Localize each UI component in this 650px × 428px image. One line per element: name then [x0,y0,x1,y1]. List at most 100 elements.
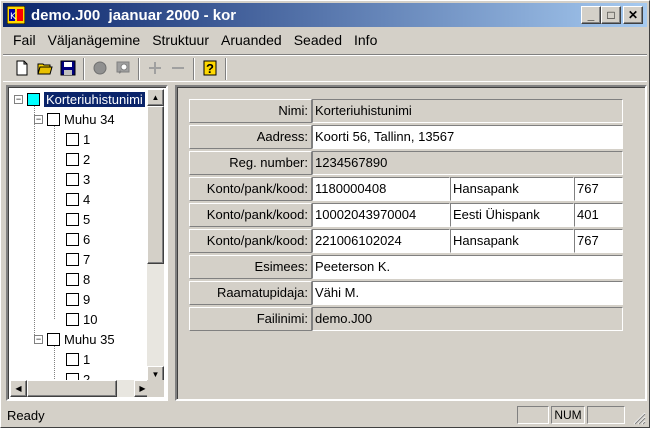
open-folder-icon[interactable] [34,58,56,78]
item-checkbox[interactable] [66,312,79,326]
bank-field[interactable]: Eesti Ühispank [450,203,574,227]
tree-item-label[interactable]: 10 [83,312,97,327]
item-checkbox[interactable] [66,252,79,266]
reg-number-field[interactable]: 1234567890 [312,151,623,175]
tree-item-label[interactable]: 4 [83,192,90,207]
menu-valjanagemine[interactable]: Väljanägemine [42,32,147,48]
tree-group[interactable]: − Muhu 35 [34,329,115,349]
menu-struktuur[interactable]: Struktuur [146,32,215,48]
help-icon[interactable]: ? [199,58,221,78]
tree-item-label[interactable]: 8 [83,272,90,287]
status-text: Ready [7,408,45,423]
tree-item-label[interactable]: 3 [83,172,90,187]
scroll-left-icon[interactable]: ◀ [10,380,27,397]
tree-item-label[interactable]: 1 [83,352,90,367]
tree-item-label[interactable]: 1 [83,132,90,147]
item-checkbox[interactable] [66,172,79,186]
tree-horizontal-scrollbar[interactable]: ◀ ▶ [10,380,151,397]
account-field[interactable]: 221006102024 [312,229,450,253]
save-icon[interactable] [57,58,79,78]
status-pane-scroll [587,406,625,424]
toolbar: ? [3,54,647,82]
add-icon[interactable] [144,58,166,78]
bank-code-field[interactable]: 401 [574,203,623,227]
menu-fail[interactable]: Fail [7,32,42,48]
status-pane-caps [517,406,549,424]
status-pane-num: NUM [551,406,585,424]
tree-item[interactable]: 1 [66,349,90,369]
tree-item[interactable]: 10 [66,309,97,329]
menu-seaded[interactable]: Seaded [288,32,348,48]
item-checkbox[interactable] [66,152,79,166]
structure-tree[interactable]: − Korteriuhistunimi − Muhu 34 1 2 3 4 5 … [6,85,168,401]
tree-content: − Korteriuhistunimi − Muhu 34 1 2 3 4 5 … [10,89,150,385]
tree-group[interactable]: − Muhu 34 [34,109,115,129]
bank-field[interactable]: Hansapank [450,229,574,253]
address-field[interactable]: Koorti 56, Tallinn, 13567 [312,125,623,149]
field-label: Esimees: [189,255,312,279]
collapse-icon[interactable]: − [14,94,23,104]
delete-icon[interactable] [89,58,111,78]
item-checkbox[interactable] [66,192,79,206]
account-field[interactable]: 1180000408 [312,177,450,201]
details-panel: Nimi: Korteriuhistunimi Aadress: Koorti … [175,85,647,401]
collapse-icon[interactable]: − [34,334,43,344]
root-checkbox[interactable] [27,92,40,106]
bank-code-field[interactable]: 767 [574,229,623,253]
tree-item[interactable]: 2 [66,149,90,169]
tree-root-label[interactable]: Korteriuhistunimi [44,91,145,107]
field-label: Nimi: [189,99,312,123]
bank-code-field[interactable]: 767 [574,177,623,201]
chairman-field[interactable]: Peeterson K. [312,255,623,279]
tree-item[interactable]: 7 [66,249,90,269]
bank-field[interactable]: Hansapank [450,177,574,201]
search-icon[interactable] [112,58,134,78]
menu-bar: Fail Väljanägemine Struktuur Aruanded Se… [3,29,647,51]
close-icon: ✕ [627,8,639,22]
account-field[interactable]: 10002043970004 [312,203,450,227]
tree-item[interactable]: 3 [66,169,90,189]
tree-item-label[interactable]: 7 [83,252,90,267]
field-label: Reg. number: [189,151,312,175]
maximize-button[interactable]: □ [601,6,621,24]
tree-item[interactable]: 5 [66,209,90,229]
app-icon[interactable]: K [7,6,25,24]
tree-item-label[interactable]: 5 [83,212,90,227]
resize-grip-icon[interactable] [632,411,646,425]
remove-icon[interactable] [167,58,189,78]
title-bar[interactable]: K demo.J00 jaanuar 2000 - kor _ □ ✕ [3,3,647,27]
menu-aruanded[interactable]: Aruanded [215,32,288,48]
tree-item[interactable]: 1 [66,129,90,149]
item-checkbox[interactable] [66,292,79,306]
close-button[interactable]: ✕ [623,6,643,24]
tree-item[interactable]: 8 [66,269,90,289]
item-checkbox[interactable] [66,352,79,366]
tree-item[interactable]: 4 [66,189,90,209]
field-label: Konto/pank/kood: [189,177,312,201]
filename-field: demo.J00 [312,307,623,331]
accountant-field[interactable]: Vähi M. [312,281,623,305]
tree-vertical-scrollbar[interactable]: ▲ ▼ [147,89,164,383]
menu-info[interactable]: Info [348,32,383,48]
tree-item-label[interactable]: 6 [83,232,90,247]
tree-root[interactable]: − Korteriuhistunimi [14,89,145,109]
item-checkbox[interactable] [66,132,79,146]
minimize-button[interactable]: _ [581,6,601,24]
item-checkbox[interactable] [66,272,79,286]
tree-item-label[interactable]: 2 [83,152,90,167]
item-checkbox[interactable] [66,232,79,246]
new-file-icon[interactable] [11,58,33,78]
name-field[interactable]: Korteriuhistunimi [312,99,623,123]
tree-item[interactable]: 9 [66,289,90,309]
horizontal-scroll-thumb[interactable] [27,380,117,397]
item-checkbox[interactable] [66,212,79,226]
tree-group-label[interactable]: Muhu 35 [64,332,115,347]
group-checkbox[interactable] [47,112,60,126]
collapse-icon[interactable]: − [34,114,43,124]
tree-group-label[interactable]: Muhu 34 [64,112,115,127]
tree-item[interactable]: 6 [66,229,90,249]
group-checkbox[interactable] [47,332,60,346]
vertical-scroll-thumb[interactable] [147,106,164,264]
tree-item-label[interactable]: 9 [83,292,90,307]
scroll-up-icon[interactable]: ▲ [147,89,164,106]
